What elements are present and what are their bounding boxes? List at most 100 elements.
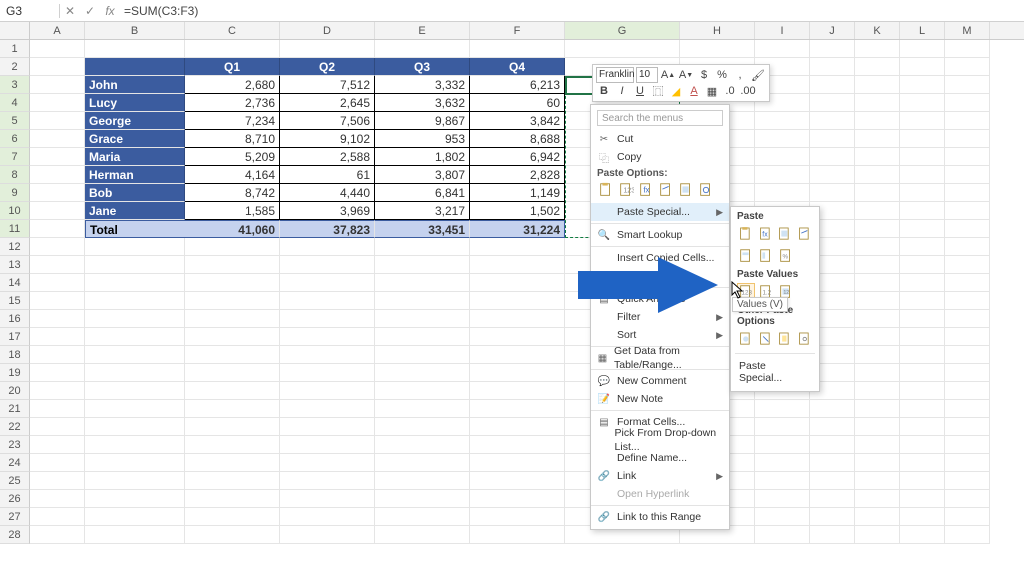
paste-other-icon[interactable] [796, 330, 814, 348]
fill-color-icon[interactable]: ◢ [668, 83, 684, 99]
menu-get-data[interactable]: ▦Get Data from Table/Range... [591, 349, 729, 367]
data-cell[interactable]: 7,234 [185, 112, 280, 130]
data-cell[interactable]: 6,213 [470, 76, 565, 94]
row-header[interactable]: 21 [0, 400, 30, 418]
menu-copy[interactable]: ⿻Copy [591, 148, 729, 166]
total-cell[interactable]: 31,224 [470, 220, 565, 238]
data-cell[interactable]: 3,969 [280, 202, 375, 220]
format-painter-icon[interactable]: 🖌 [750, 67, 766, 83]
col-header[interactable]: E [375, 22, 470, 39]
data-cell[interactable]: 2,736 [185, 94, 280, 112]
paste-icon[interactable]: % [777, 247, 795, 265]
increase-font-icon[interactable]: A▲ [660, 67, 676, 83]
paste-other-icon[interactable] [757, 330, 775, 348]
col-header[interactable]: M [945, 22, 990, 39]
total-cell[interactable]: 37,823 [280, 220, 375, 238]
name-box[interactable]: G3 [0, 4, 60, 18]
worksheet-grid[interactable]: A B C D E F G H I J K L M 1 2 Q1 Q2 Q3 Q… [0, 22, 1024, 544]
paste-icon[interactable] [796, 225, 814, 243]
menu-link[interactable]: 🔗Link▶ [591, 467, 729, 485]
row-name[interactable]: Maria [85, 148, 185, 166]
fx-icon[interactable]: fx [100, 4, 120, 18]
data-cell[interactable]: 2,828 [470, 166, 565, 184]
paste-icon[interactable] [757, 247, 775, 265]
row-header[interactable]: 8 [0, 166, 30, 184]
font-color-icon[interactable]: A [686, 83, 702, 99]
data-cell[interactable]: 4,440 [280, 184, 375, 202]
data-cell[interactable]: 8,742 [185, 184, 280, 202]
row-header[interactable]: 4 [0, 94, 30, 112]
bold-icon[interactable]: B [596, 83, 612, 99]
data-cell[interactable]: 9,867 [375, 112, 470, 130]
paste-other-icon[interactable] [776, 330, 794, 348]
data-cell[interactable]: 1,502 [470, 202, 565, 220]
row-header[interactable]: 11 [0, 220, 30, 238]
data-cell[interactable]: 1,149 [470, 184, 565, 202]
row-header[interactable]: 14 [0, 274, 30, 292]
row-header[interactable]: 27 [0, 508, 30, 526]
row-name[interactable]: John [85, 76, 185, 94]
table-header[interactable] [85, 58, 185, 76]
paste-icon[interactable] [776, 225, 794, 243]
data-cell[interactable]: 6,942 [470, 148, 565, 166]
data-cell[interactable]: 9,102 [280, 130, 375, 148]
data-cell[interactable]: 3,842 [470, 112, 565, 130]
data-cell[interactable]: 1,802 [375, 148, 470, 166]
data-cell[interactable]: 2,588 [280, 148, 375, 166]
col-header[interactable]: L [900, 22, 945, 39]
row-header[interactable]: 19 [0, 364, 30, 382]
row-name[interactable]: Grace [85, 130, 185, 148]
row-header[interactable]: 2 [0, 58, 30, 76]
col-header[interactable]: K [855, 22, 900, 39]
menu-pick-list[interactable]: Pick From Drop-down List... [591, 431, 729, 449]
row-header[interactable]: 16 [0, 310, 30, 328]
paste-option-icon[interactable]: fx [637, 181, 655, 199]
data-cell[interactable]: 7,506 [280, 112, 375, 130]
col-header[interactable]: H [680, 22, 755, 39]
sm-paste-special[interactable]: Paste Special... [735, 356, 815, 388]
percent-icon[interactable]: % [714, 67, 730, 83]
row-header[interactable]: 13 [0, 256, 30, 274]
row-header[interactable]: 22 [0, 418, 30, 436]
row-header[interactable]: 9 [0, 184, 30, 202]
paste-option-icon[interactable] [597, 181, 615, 199]
data-cell[interactable]: 3,807 [375, 166, 470, 184]
enter-icon[interactable]: ✓ [80, 4, 100, 18]
row-header[interactable]: 12 [0, 238, 30, 256]
data-cell[interactable]: 2,645 [280, 94, 375, 112]
data-cell[interactable]: 3,332 [375, 76, 470, 94]
row-header[interactable]: 15 [0, 292, 30, 310]
row-header[interactable]: 25 [0, 472, 30, 490]
menu-paste-special[interactable]: Paste Special...▶ [591, 203, 729, 221]
row-name[interactable]: George [85, 112, 185, 130]
data-cell[interactable]: 7,512 [280, 76, 375, 94]
row-name[interactable]: Lucy [85, 94, 185, 112]
col-header[interactable]: B [85, 22, 185, 39]
menu-cut[interactable]: ✂Cut [591, 130, 729, 148]
row-header[interactable]: 23 [0, 436, 30, 454]
row-header[interactable]: 1 [0, 40, 30, 58]
data-cell[interactable]: 8,688 [470, 130, 565, 148]
paste-option-icon[interactable] [677, 181, 695, 199]
menu-search-input[interactable]: Search the menus [597, 110, 723, 126]
row-header[interactable]: 28 [0, 526, 30, 544]
col-header[interactable]: F [470, 22, 565, 39]
row-header[interactable]: 26 [0, 490, 30, 508]
col-header[interactable]: A [30, 22, 85, 39]
data-cell[interactable]: 60 [470, 94, 565, 112]
cancel-icon[interactable]: ✕ [60, 4, 80, 18]
row-header[interactable]: 7 [0, 148, 30, 166]
font-size-select[interactable]: 10 [636, 67, 658, 83]
row-name[interactable]: Bob [85, 184, 185, 202]
italic-icon[interactable]: I [614, 83, 630, 99]
menu-smart-lookup[interactable]: 🔍Smart Lookup [591, 226, 729, 244]
total-cell[interactable]: 33,451 [375, 220, 470, 238]
row-header[interactable]: 20 [0, 382, 30, 400]
borders-icon[interactable]: ▦ [704, 83, 720, 99]
data-cell[interactable]: 2,680 [185, 76, 280, 94]
data-cell[interactable]: 5,209 [185, 148, 280, 166]
row-header[interactable]: 10 [0, 202, 30, 220]
table-header[interactable]: Q3 [375, 58, 470, 76]
merge-icon[interactable]: ⿵ [650, 83, 666, 99]
col-header[interactable]: G [565, 22, 680, 39]
